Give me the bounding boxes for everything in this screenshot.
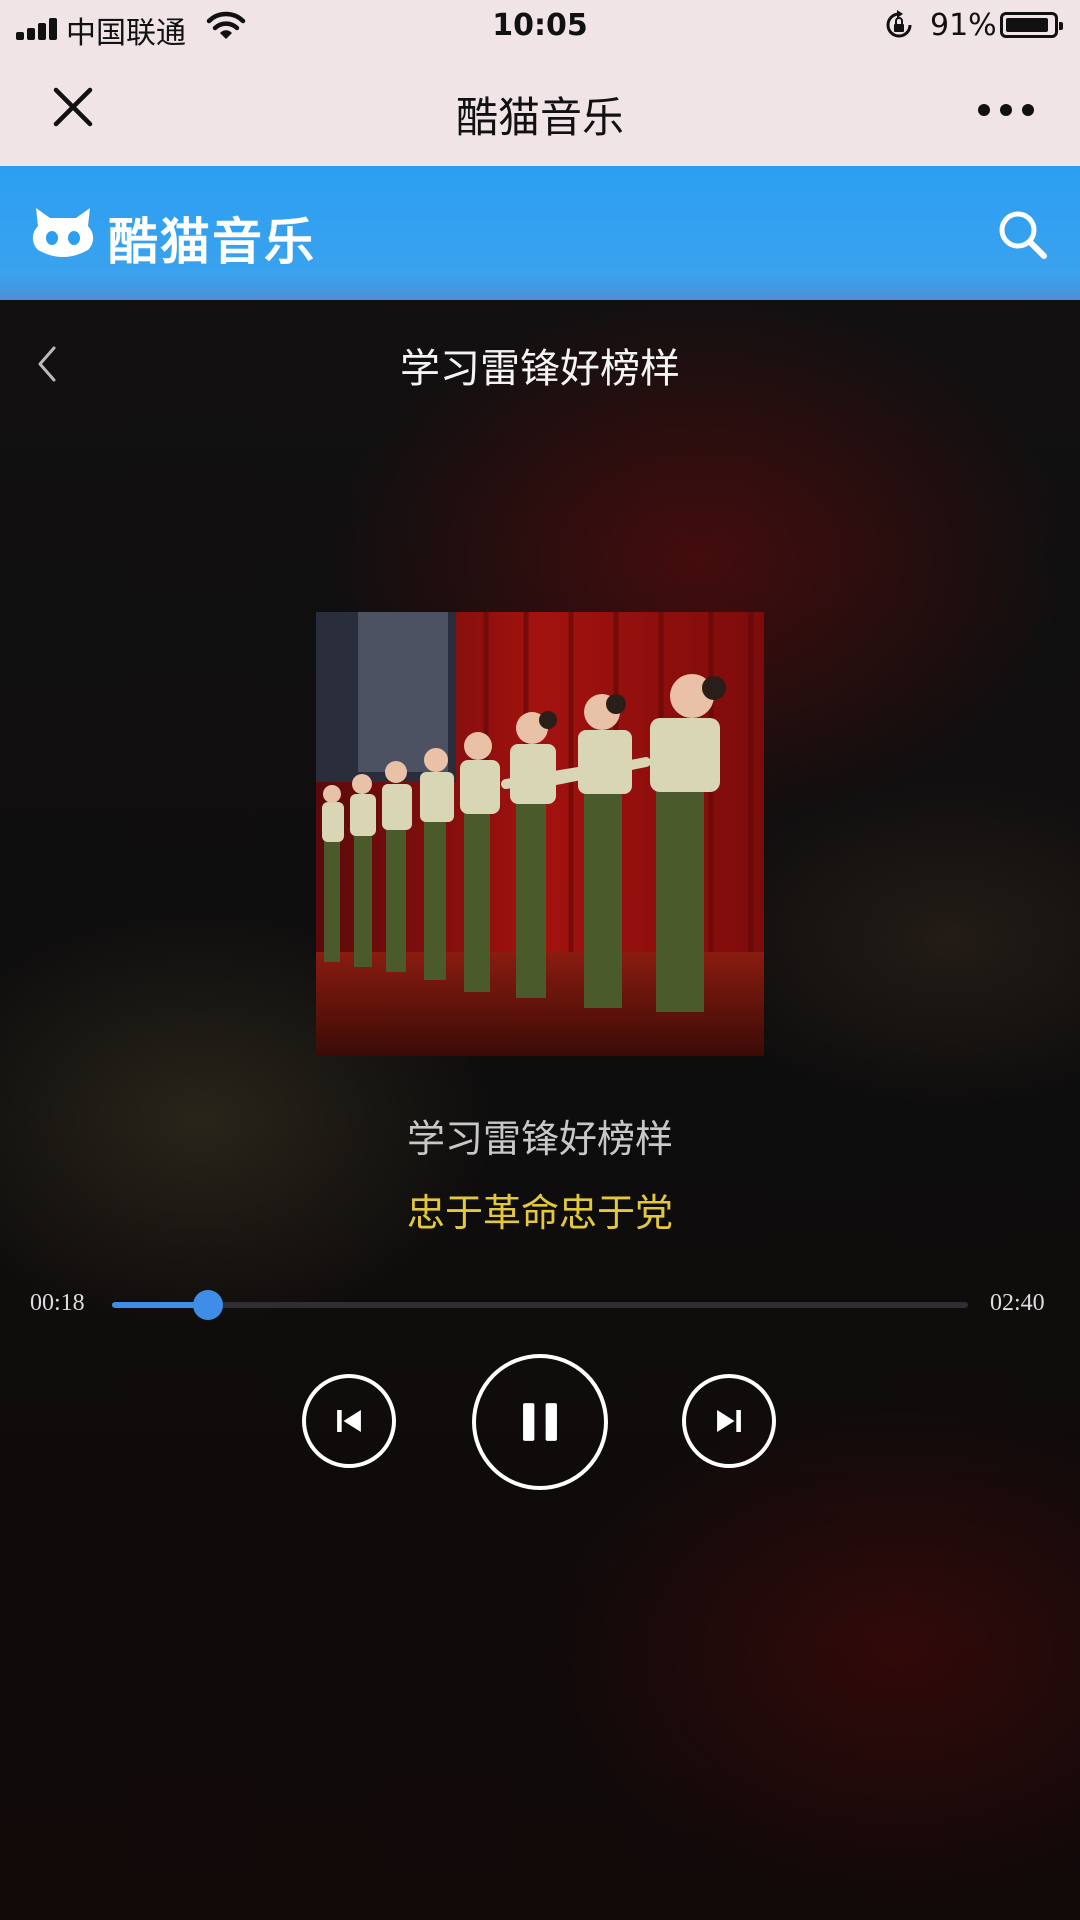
rotation-lock-icon <box>886 10 912 38</box>
brand-name: 酷猫音乐 <box>108 213 316 271</box>
time-total: 02:40 <box>990 1290 1045 1316</box>
next-button[interactable] <box>682 1374 776 1468</box>
more-icon[interactable] <box>978 104 1034 116</box>
skip-next-icon <box>717 1410 741 1432</box>
cat-logo-icon[interactable] <box>32 206 94 260</box>
nav-bar: 酷猫音乐 <box>0 56 1080 166</box>
nav-title: 酷猫音乐 <box>455 93 624 142</box>
time-elapsed: 00:18 <box>30 1290 85 1316</box>
pause-icon <box>523 1403 557 1441</box>
song-title: 学习雷锋好榜样 <box>400 346 680 392</box>
battery-icon <box>1000 12 1063 38</box>
pause-button[interactable] <box>472 1354 608 1490</box>
search-icon[interactable] <box>996 208 1048 260</box>
clock: 10:05 <box>492 8 588 43</box>
player: 学习雷锋好榜样 学习雷锋好榜样 忠于革命忠于党 00:18 02:40 <box>0 300 1080 1920</box>
album-art-image <box>316 612 764 1056</box>
skip-previous-icon <box>337 1410 361 1432</box>
lyric-next-line: 忠于革命忠于党 <box>406 1191 673 1235</box>
lyric-current-line: 学习雷锋好榜样 <box>406 1117 673 1161</box>
previous-button[interactable] <box>302 1374 396 1468</box>
progress-bar[interactable] <box>112 1290 968 1320</box>
app-header: 酷猫音乐 <box>0 166 1080 300</box>
progress-knob[interactable] <box>193 1290 224 1320</box>
status-bar: 中国联通 10:05 91% <box>0 0 1080 56</box>
battery-percent: 91% <box>930 8 997 43</box>
